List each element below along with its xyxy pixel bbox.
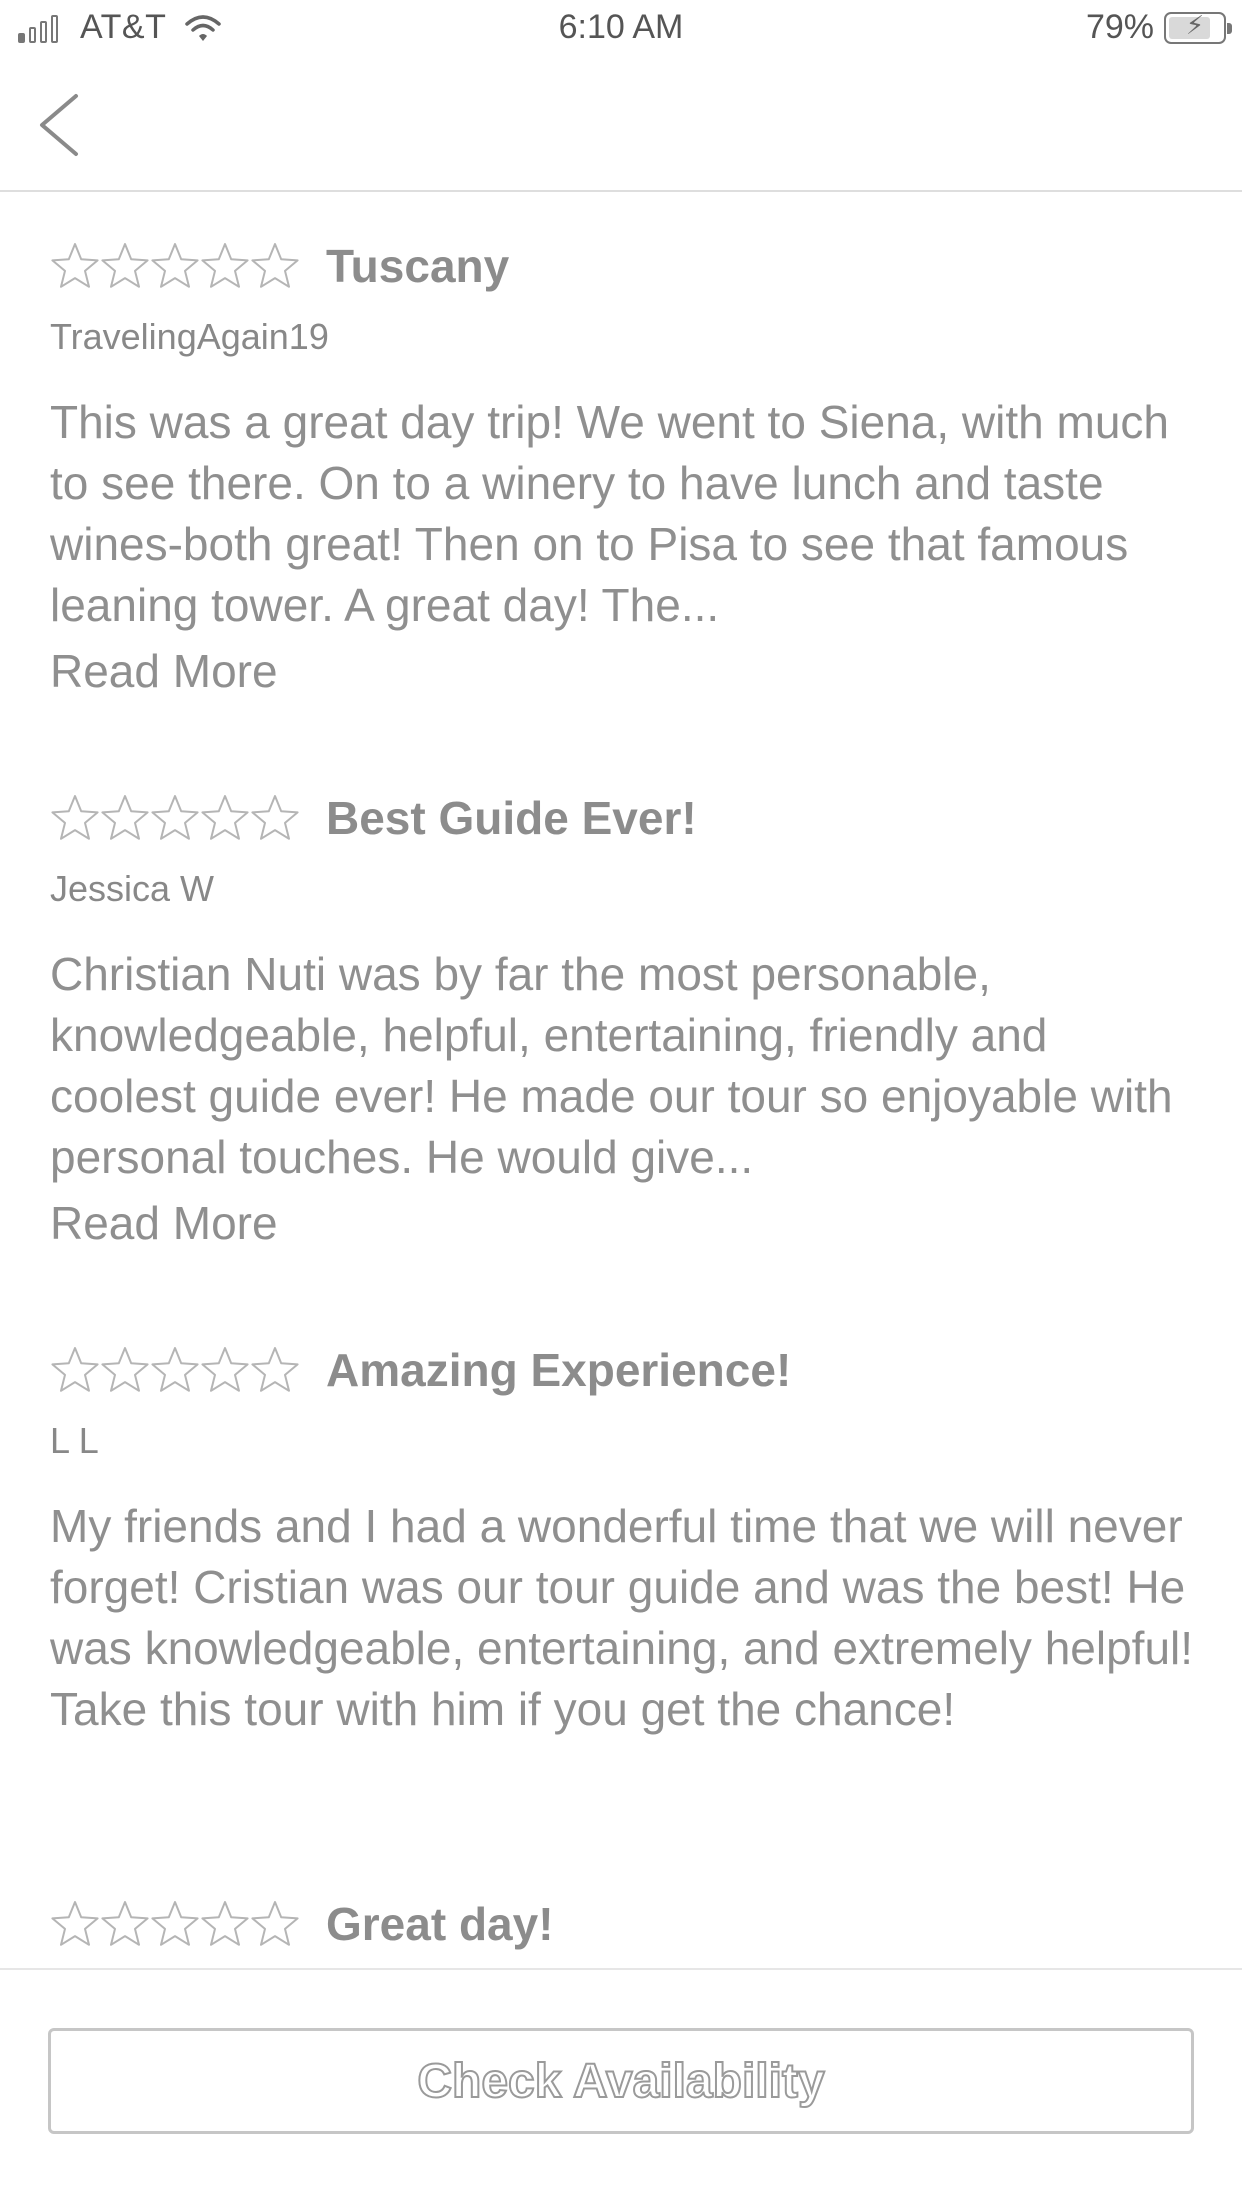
star-outline-icon (51, 795, 99, 840)
review-body: My friends and I had a wonderful time th… (50, 1500, 1194, 1735)
review-header: Tuscany (50, 230, 1200, 302)
review-item: Great day! (50, 1888, 1200, 1960)
review-body: Christian Nuti was by far the most perso… (50, 948, 1173, 1183)
star-rating (50, 793, 300, 843)
review-header: Amazing Experience! (50, 1334, 1200, 1406)
review-header: Great day! (50, 1888, 1200, 1960)
battery-percent: 79% (1085, 8, 1154, 46)
review-item: Amazing Experience! L L My friends and I… (50, 1334, 1200, 1740)
status-right: 79% ⚡ (1085, 8, 1232, 47)
star-outline-icon (51, 243, 99, 288)
review-body: This was a great day trip! We went to Si… (50, 396, 1169, 631)
star-outline-icon (151, 1347, 199, 1392)
back-button[interactable] (36, 92, 82, 158)
check-availability-button[interactable]: Check Availability (48, 2028, 1194, 2134)
star-outline-icon (101, 795, 149, 840)
review-title: Amazing Experience! (326, 1344, 792, 1396)
chevron-left-icon (40, 94, 78, 156)
star-outline-icon (101, 1901, 149, 1946)
star-outline-icon (101, 243, 149, 288)
review-header: Best Guide Ever! (50, 782, 1200, 854)
status-bar: AT&T 6:10 AM 79% ⚡ (0, 0, 1242, 58)
screen: AT&T 6:10 AM 79% ⚡ Tuscany TravelingAgai… (0, 0, 1242, 2208)
read-more-link[interactable]: Read More (50, 1196, 278, 1250)
review-author: Jessica W (50, 868, 215, 909)
review-title: Great day! (326, 1898, 554, 1950)
review-title: Tuscany (326, 240, 510, 292)
star-outline-icon (201, 243, 249, 288)
review-author: L L (50, 1420, 99, 1461)
star-outline-icon (251, 795, 299, 840)
read-more-link[interactable]: Read More (50, 644, 278, 698)
star-outline-icon (201, 1347, 249, 1392)
footer-bar: Check Availability (0, 1968, 1242, 2208)
star-outline-icon (51, 1901, 99, 1946)
clock: 6:10 AM (558, 8, 684, 46)
reviews-list[interactable]: Tuscany TravelingAgain19 This was a grea… (0, 192, 1242, 1968)
star-rating (50, 1899, 300, 1949)
star-outline-icon (101, 1347, 149, 1392)
star-outline-icon (201, 795, 249, 840)
star-outline-icon (201, 1901, 249, 1946)
battery-charging-icon: ⚡ (1164, 9, 1232, 44)
star-outline-icon (151, 1901, 199, 1946)
star-rating (50, 241, 300, 291)
review-title: Best Guide Ever! (326, 792, 697, 844)
star-outline-icon (51, 1347, 99, 1392)
review-item: Tuscany TravelingAgain19 This was a grea… (50, 230, 1200, 698)
star-outline-icon (151, 795, 199, 840)
lightning-bolt-icon: ⚡ (1185, 9, 1205, 40)
star-outline-icon (251, 1901, 299, 1946)
star-outline-icon (251, 243, 299, 288)
star-outline-icon (251, 1347, 299, 1392)
star-outline-icon (151, 243, 199, 288)
star-rating (50, 1345, 300, 1395)
review-item: Best Guide Ever! Jessica W Christian Nut… (50, 782, 1200, 1250)
navigation-bar (0, 58, 1242, 192)
review-author: TravelingAgain19 (50, 316, 329, 357)
